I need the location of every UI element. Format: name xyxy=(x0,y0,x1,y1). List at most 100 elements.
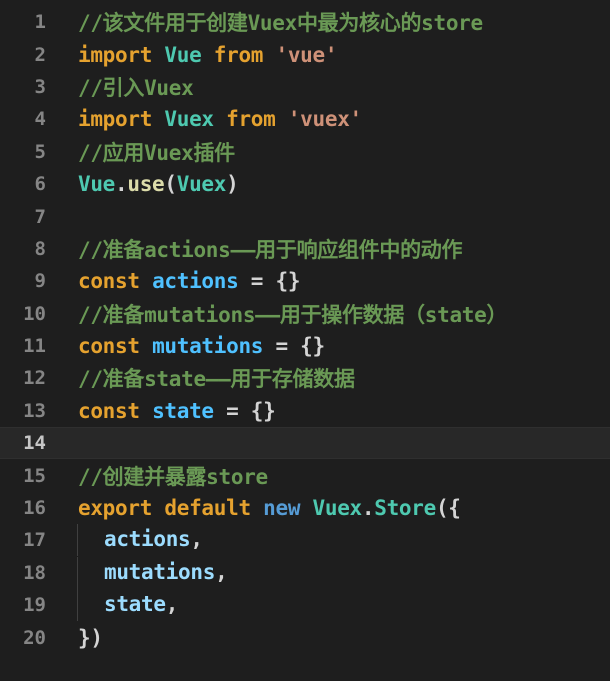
line-number: 2 xyxy=(34,43,46,66)
indent-guide xyxy=(77,524,104,557)
code-token: Vue xyxy=(164,42,202,67)
code-text: const actions = {} xyxy=(78,269,300,293)
code-line[interactable]: 12 //准备state——用于存储数据 xyxy=(0,362,610,394)
line-number: 13 xyxy=(23,399,46,422)
code-text: }) xyxy=(78,626,103,650)
code-token: const xyxy=(78,334,140,359)
code-token: export xyxy=(78,496,153,521)
code-token: //准备mutations——用于操作数据（state） xyxy=(78,302,508,327)
line-number: 5 xyxy=(34,140,46,163)
code-line[interactable]: 16 export default new Vuex.Store({ xyxy=(0,492,610,524)
code-text: //引入Vuex xyxy=(78,72,194,102)
code-text: import Vue from 'vue' xyxy=(78,42,338,67)
code-token: , xyxy=(165,592,179,617)
code-line[interactable]: 18 mutations, xyxy=(0,556,610,589)
line-number: 10 xyxy=(23,302,46,325)
line-number: 16 xyxy=(23,497,46,520)
code-token: actions xyxy=(104,527,191,552)
code-token: Vuex xyxy=(164,107,214,132)
code-editor[interactable]: 1 //该文件用于创建Vuex中最为核心的store 2 import Vue fro… xyxy=(0,0,610,681)
code-line[interactable]: 2 import Vue from 'vue' xyxy=(0,38,610,70)
code-token: . xyxy=(115,172,128,197)
code-line[interactable]: 7 xyxy=(0,200,610,232)
code-text: Vue.use(Vuex) xyxy=(78,172,239,197)
code-line[interactable]: 10 //准备mutations——用于操作数据（state） xyxy=(0,298,610,330)
indent-guide xyxy=(77,556,104,589)
code-line[interactable]: 9 const actions = {} xyxy=(0,265,610,297)
code-line[interactable]: 17 actions, xyxy=(0,524,610,557)
code-text: const mutations = {} xyxy=(78,334,325,358)
code-line[interactable]: 8 //准备actions——用于响应组件中的动作 xyxy=(0,233,610,265)
code-text: export default new Vuex.Store({ xyxy=(78,496,461,520)
line-number: 14 xyxy=(23,432,46,455)
code-token: mutations xyxy=(152,334,264,359)
line-number: 11 xyxy=(23,335,46,358)
code-token: state xyxy=(104,592,166,617)
code-token: ({ xyxy=(435,496,461,521)
code-token: = {} xyxy=(263,334,325,359)
line-number: 7 xyxy=(34,205,46,228)
code-line[interactable]: 1 //该文件用于创建Vuex中最为核心的store xyxy=(0,6,610,38)
code-line[interactable]: 4 import Vuex from 'vuex' xyxy=(0,103,610,135)
code-line[interactable]: 3 //引入Vuex xyxy=(0,71,610,103)
line-number: 12 xyxy=(23,367,46,390)
code-token: , xyxy=(215,559,228,584)
code-token: Vue xyxy=(78,172,116,197)
code-line[interactable]: 19 state, xyxy=(0,589,610,622)
code-text: //该文件用于创建Vuex中最为核心的store xyxy=(78,7,483,37)
code-token: import xyxy=(78,42,153,67)
code-token: Vuex xyxy=(312,496,363,521)
code-token: default xyxy=(164,496,251,521)
code-token: . xyxy=(361,496,375,521)
line-number: 6 xyxy=(34,173,46,196)
code-line[interactable]: 5 //应用Vuex插件 xyxy=(0,136,610,168)
code-line[interactable]: 6 Vue.use(Vuex) xyxy=(0,168,610,200)
code-token: actions xyxy=(152,269,239,294)
code-token: //引入Vuex xyxy=(78,75,194,100)
code-line[interactable]: 14 xyxy=(0,427,610,460)
code-text: //创建并暴露store xyxy=(78,461,268,491)
line-number: 19 xyxy=(23,594,46,617)
code-line[interactable]: 20}) xyxy=(0,621,610,653)
code-text: import Vuex from 'vuex' xyxy=(78,107,362,131)
line-number: 17 xyxy=(23,529,46,552)
code-token: mutations xyxy=(104,559,216,584)
code-text: actions, xyxy=(77,524,203,557)
code-token: //准备state——用于存储数据 xyxy=(78,367,355,392)
code-token: = {} xyxy=(213,398,276,423)
code-token: ) xyxy=(226,172,239,197)
code-text: const state = {} xyxy=(78,399,276,423)
code-token: import xyxy=(78,107,153,132)
code-token: from xyxy=(213,42,264,67)
code-line[interactable]: 15 //创建并暴露store xyxy=(0,459,610,491)
code-token: //准备actions——用于响应组件中的动作 xyxy=(78,237,463,262)
line-number: 9 xyxy=(34,270,46,293)
line-number: 20 xyxy=(23,626,46,649)
line-number: 4 xyxy=(34,108,46,131)
code-token: new xyxy=(263,496,301,521)
code-token: = {} xyxy=(238,269,301,294)
code-text: //准备actions——用于响应组件中的动作 xyxy=(78,234,462,264)
code-token: 'vuex' xyxy=(287,107,362,132)
code-token: const xyxy=(78,398,140,423)
code-token: Vuex xyxy=(176,172,227,197)
line-number: 1 xyxy=(34,11,46,34)
code-line[interactable]: 11 const mutations = {} xyxy=(0,330,610,362)
code-token: //应用Vuex插件 xyxy=(78,140,235,165)
code-line[interactable]: 13 const state = {} xyxy=(0,395,610,427)
indent-guide xyxy=(77,589,104,622)
code-token: from xyxy=(226,107,276,132)
code-token: use xyxy=(127,172,165,197)
line-number: 15 xyxy=(23,464,46,487)
code-text: state, xyxy=(77,589,179,622)
code-token: ( xyxy=(164,172,177,197)
